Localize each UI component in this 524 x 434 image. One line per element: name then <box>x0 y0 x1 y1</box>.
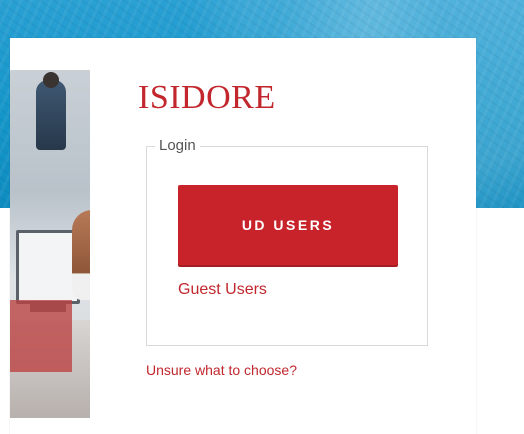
campus-photo <box>10 70 90 418</box>
guest-users-link[interactable]: Guest Users <box>178 281 267 299</box>
photo-computer-monitor <box>16 230 80 304</box>
login-fieldset: Login UD USERS Guest Users <box>146 136 428 346</box>
photo-person-walking <box>36 80 66 150</box>
photo-red-overlay <box>10 300 72 372</box>
photo-person-head <box>43 72 59 88</box>
ud-users-button[interactable]: UD USERS <box>178 185 398 265</box>
unsure-what-to-choose-link[interactable]: Unsure what to choose? <box>146 362 297 378</box>
photo-student <box>72 210 90 300</box>
app-title: ISIDORE <box>138 79 276 116</box>
login-legend: Login <box>155 136 200 156</box>
